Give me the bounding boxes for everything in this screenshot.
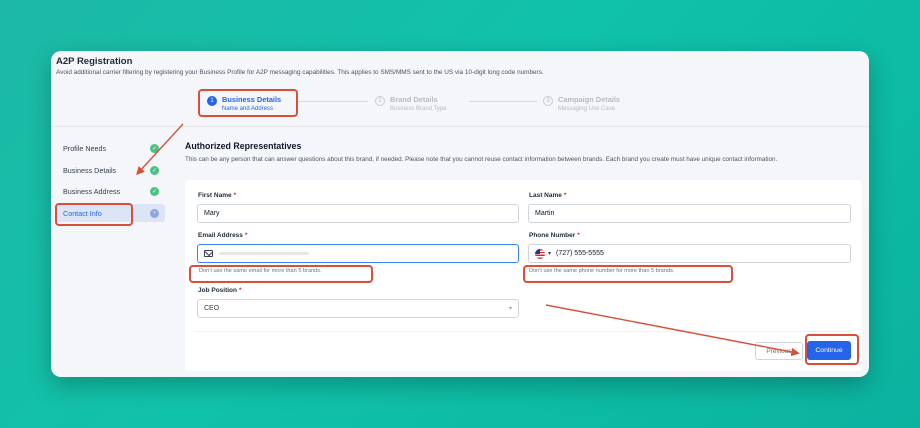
required-marker: * [577,232,580,239]
phone-field[interactable]: ▾ (727) 555-5555 [528,244,851,263]
first-name-field[interactable]: Mary [197,204,519,223]
required-marker: * [563,192,567,199]
check-icon: ✓ [150,143,159,153]
chevron-down-icon: ▾ [508,306,512,312]
job-position-select[interactable]: CEO ▾ [197,299,519,318]
step-number: 2 [375,96,385,106]
email-field[interactable] [197,244,519,263]
phone-value: (727) 555-5555 [556,250,604,257]
step-connector [298,101,368,102]
section-title: Authorized Representatives [185,141,302,151]
us-flag-icon[interactable] [535,248,545,259]
label-text: Last Name [529,192,562,199]
sidebar-item-profile-needs[interactable]: Profile Needs ✓ [57,139,165,157]
sidebar-item-label: Business Address [63,186,121,196]
label-text: Job Position [198,287,237,294]
step-sublabel: Messaging Use Case [558,106,616,112]
progress-stepper: 1 Business Details Name and Address 2 Br… [201,91,641,121]
step-brand-details[interactable]: 2 Brand Details Business Brand Type [375,95,447,112]
job-position-value: CEO [204,305,220,312]
chevron-right-icon: › [150,208,159,218]
required-marker: * [239,287,242,294]
sidebar-item-label: Business Details [63,165,117,175]
label-text: Phone Number [529,232,576,239]
page-title: A2P Registration [56,56,133,67]
section-description: This can be any person that can answer q… [185,156,778,163]
step-sublabel: Name and Address [222,106,274,112]
label-text: Email Address [198,232,243,239]
last-name-label: Last Name * [529,192,566,199]
label-text: First Name [198,192,232,199]
step-label: Brand Details [390,95,438,104]
step-number: 3 [543,96,553,106]
header-divider [51,126,869,127]
required-marker: * [244,232,248,239]
contact-form-card: First Name * Mary Last Name * Martin Email… [185,180,862,371]
registration-window: A2P Registration Avoid additional carrie… [51,51,869,377]
email-value-redacted [219,252,309,255]
page-subtitle: Avoid additional carrier filtering by re… [56,69,544,76]
step-business-details[interactable]: 1 Business Details Name and Address [207,95,281,112]
sidebar-item-label: Profile Needs [63,143,107,153]
sidebar-item-business-address[interactable]: Business Address ✓ [57,182,165,200]
step-sublabel: Business Brand Type [390,106,447,112]
last-name-value: Martin [535,210,555,217]
step-number: 1 [207,96,217,106]
chevron-down-icon[interactable]: ▾ [548,250,551,257]
step-label: Business Details [222,95,282,104]
check-icon: ✓ [150,186,159,196]
phone-hint: Don't use the same phone number for more… [529,268,675,274]
previous-button[interactable]: Previous [755,342,803,360]
step-campaign-details[interactable]: 3 Campaign Details Messaging Use Case [543,95,620,112]
sidebar-item-business-details[interactable]: Business Details ✓ [57,161,165,179]
form-divider [195,331,852,332]
email-hint: Don't use the same email for more than 5… [199,268,322,274]
phone-label: Phone Number * [529,232,580,239]
envelope-icon [204,250,213,257]
continue-button[interactable]: Continue [807,341,851,360]
first-name-label: First Name * [198,192,236,199]
sidebar-item-contact-info[interactable]: Contact Info › [57,204,165,222]
sidebar-item-label: Contact Info [63,208,102,218]
check-icon: ✓ [150,165,159,175]
email-label: Email Address * [198,232,247,239]
first-name-value: Mary [204,210,220,217]
last-name-field[interactable]: Martin [528,204,851,223]
step-connector [469,101,537,102]
job-position-label: Job Position * [198,287,242,294]
step-label: Campaign Details [558,95,621,104]
required-marker: * [233,192,237,199]
